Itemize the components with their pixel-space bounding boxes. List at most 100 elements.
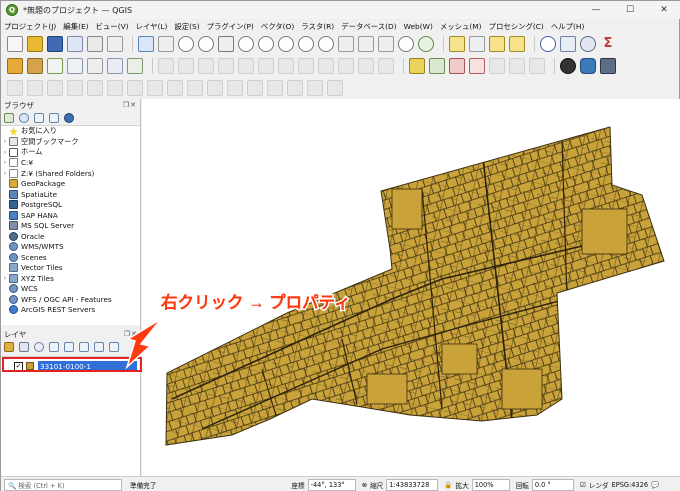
browser-item[interactable]: お気に入り — [1, 126, 140, 137]
pan-hand-icon[interactable] — [138, 36, 154, 52]
add-raster-layer-icon[interactable] — [67, 58, 83, 74]
pin-labels-icon[interactable] — [449, 58, 465, 74]
minimize-button[interactable]: — — [579, 1, 613, 19]
show-pinned-labels-icon[interactable] — [469, 58, 485, 74]
browser-item[interactable]: › XYZ Tiles — [1, 273, 140, 284]
rotate-label-icon[interactable] — [509, 58, 525, 74]
help-icon[interactable] — [600, 58, 616, 74]
browser-panel-controls[interactable]: ❐✕ — [123, 101, 137, 109]
temporal-clock-icon[interactable] — [398, 36, 414, 52]
select-expression-icon[interactable] — [469, 36, 485, 52]
browser-item[interactable]: › 空間ブックマーク — [1, 137, 140, 148]
maximize-button[interactable]: ☐ — [613, 1, 647, 19]
magnifier-field[interactable]: 100% — [471, 478, 510, 491]
collapse-all-icon[interactable] — [49, 113, 59, 123]
split-features-icon[interactable] — [267, 80, 283, 96]
digitize-shape-icon[interactable] — [7, 80, 23, 96]
menu-mesh[interactable]: メッシュ(M) — [440, 21, 482, 32]
add-vector-layer-icon[interactable] — [47, 58, 63, 74]
plugin-face-icon[interactable] — [560, 58, 576, 74]
browser-item[interactable]: WCS — [1, 284, 140, 295]
menu-help[interactable]: ヘルプ(H) — [551, 21, 585, 32]
filter-legend-icon[interactable] — [49, 342, 59, 352]
current-edits-icon[interactable] — [158, 58, 174, 74]
new-project-icon[interactable] — [7, 36, 23, 52]
zoom-native-icon[interactable] — [278, 36, 294, 52]
close-button[interactable]: ✕ — [647, 1, 680, 19]
deselect-icon[interactable] — [489, 36, 505, 52]
menu-project[interactable]: プロジェクト(J) — [4, 21, 56, 32]
add-delimited-text-icon[interactable] — [127, 58, 143, 74]
browser-item[interactable]: PostgreSQL — [1, 200, 140, 211]
copy-features-icon[interactable] — [318, 58, 334, 74]
menu-layer[interactable]: レイヤ(L) — [136, 21, 168, 32]
browser-item[interactable]: › ホーム — [1, 147, 140, 158]
split-parts-icon[interactable] — [287, 80, 303, 96]
browser-item[interactable]: WMS/WMTS — [1, 242, 140, 253]
paste-features-icon[interactable] — [338, 58, 354, 74]
statistics-sigma-icon[interactable]: Σ — [600, 36, 616, 52]
digitize-ellipse-icon[interactable] — [47, 80, 63, 96]
delete-ring-icon[interactable] — [187, 80, 203, 96]
identify-icon[interactable] — [540, 36, 556, 52]
layout-manager-icon[interactable] — [107, 36, 123, 52]
zoom-next-icon[interactable] — [318, 36, 334, 52]
map-canvas[interactable] — [142, 99, 680, 476]
menu-settings[interactable]: 設定(S) — [174, 21, 199, 32]
reshape-icon[interactable] — [227, 80, 243, 96]
offset-curve-icon[interactable] — [247, 80, 263, 96]
move-label-icon[interactable] — [489, 58, 505, 74]
menu-raster[interactable]: ラスタ(R) — [301, 21, 334, 32]
vertex-tool-icon[interactable] — [238, 58, 254, 74]
browser-item[interactable]: SAP HANA — [1, 210, 140, 221]
zoom-last-icon[interactable] — [298, 36, 314, 52]
browser-item[interactable]: Scenes — [1, 252, 140, 263]
fill-ring-icon[interactable] — [167, 80, 183, 96]
browser-item[interactable]: Oracle — [1, 231, 140, 242]
expand-all-icon[interactable] — [79, 342, 89, 352]
redo-icon[interactable] — [378, 58, 394, 74]
render-checkbox[interactable]: ☑ — [580, 481, 586, 489]
add-wms-layer-icon[interactable] — [107, 58, 123, 74]
browser-item[interactable]: GeoPackage — [1, 179, 140, 190]
remove-layer-icon[interactable] — [109, 342, 119, 352]
messages-icon[interactable]: 💬 — [651, 481, 659, 489]
save-as-icon[interactable] — [67, 36, 83, 52]
coordinate-field[interactable]: -44°, 133° — [307, 478, 356, 491]
spatial-bookmark-icon[interactable] — [378, 36, 394, 52]
digitize-polygon-icon[interactable] — [87, 80, 103, 96]
new-geopackage-icon[interactable] — [27, 58, 43, 74]
add-ring-icon[interactable] — [127, 80, 143, 96]
new-3d-view-icon[interactable] — [358, 36, 374, 52]
add-group-icon[interactable] — [19, 342, 29, 352]
toggle-editing-icon[interactable] — [178, 58, 194, 74]
menu-processing[interactable]: プロセシング(C) — [489, 21, 544, 32]
select-features-icon[interactable] — [449, 36, 465, 52]
simplify-icon[interactable] — [107, 80, 123, 96]
menu-plugins[interactable]: プラグイン(P) — [207, 21, 254, 32]
save-project-icon[interactable] — [47, 36, 63, 52]
open-project-icon[interactable] — [27, 36, 43, 52]
new-print-layout-icon[interactable] — [87, 36, 103, 52]
menu-view[interactable]: ビュー(V) — [96, 21, 129, 32]
zoom-full-icon[interactable] — [218, 36, 234, 52]
python-console-icon[interactable] — [580, 58, 596, 74]
menu-web[interactable]: Web(W) — [404, 22, 433, 31]
merge-features-icon[interactable] — [307, 80, 323, 96]
zoom-out-icon[interactable] — [198, 36, 214, 52]
rotate-point-symbols-icon[interactable] — [327, 80, 343, 96]
label-layer-icon[interactable] — [429, 58, 445, 74]
save-edits-icon[interactable] — [198, 58, 214, 74]
lock-scale-icon[interactable]: 🔒 — [444, 481, 452, 489]
browser-item[interactable]: Vector Tiles — [1, 263, 140, 274]
menu-database[interactable]: データベース(D) — [341, 21, 396, 32]
menu-edit[interactable]: 編集(E) — [63, 21, 88, 32]
label-tool-icon[interactable] — [409, 58, 425, 74]
layer-styling-icon[interactable] — [4, 342, 14, 352]
browser-item[interactable]: › Z:¥ (Shared Folders) — [1, 168, 140, 179]
digitize-rectangle-icon[interactable] — [67, 80, 83, 96]
collapse-all-icon[interactable] — [94, 342, 104, 352]
browser-item[interactable]: SpatiaLite — [1, 189, 140, 200]
add-feature-icon[interactable] — [218, 58, 234, 74]
menu-vector[interactable]: ベクタ(O) — [261, 21, 294, 32]
